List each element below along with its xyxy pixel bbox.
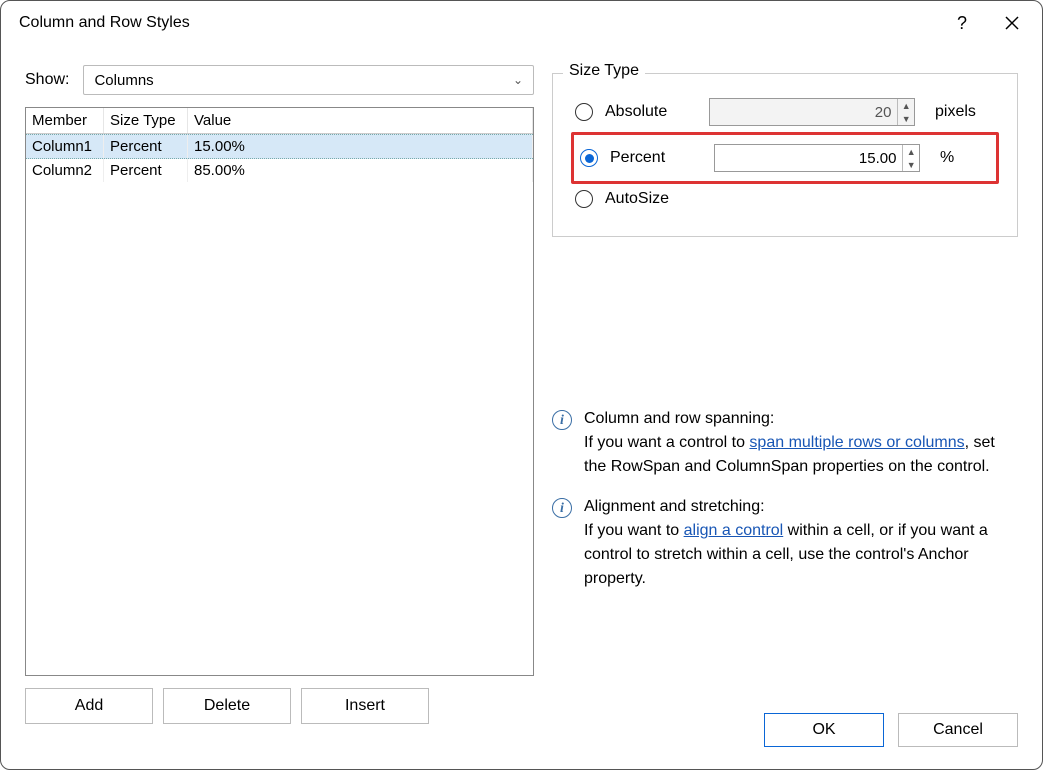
radio-autosize[interactable]: [575, 190, 593, 208]
dialog-title: Column and Row Styles: [19, 14, 190, 32]
spin-up-icon: ▲: [898, 99, 914, 112]
spin-up-icon[interactable]: ▲: [903, 145, 919, 158]
grid-header-row: Member Size Type Value: [26, 108, 533, 134]
link-span-rows-columns[interactable]: span multiple rows or columns: [749, 434, 964, 451]
grid-cell-value: 15.00%: [188, 135, 533, 158]
info-section: i Column and row spanning: If you want a…: [552, 407, 1018, 607]
percent-spin-buttons[interactable]: ▲▼: [902, 145, 919, 171]
absolute-spinner: ▲▼: [709, 98, 915, 126]
sizetype-autosize-row: AutoSize: [571, 184, 999, 214]
titlebar-buttons: ?: [948, 9, 1026, 37]
grid-cell-sizetype: Percent: [104, 135, 188, 158]
grid-header-value[interactable]: Value: [188, 108, 533, 133]
info-alignment-pre: If you want to: [584, 522, 684, 539]
grid-row[interactable]: Column2 Percent 85.00%: [26, 159, 533, 182]
radio-absolute[interactable]: [575, 103, 593, 121]
info-spanning-heading: Column and row spanning:: [584, 410, 774, 427]
dialog-column-row-styles: Column and Row Styles ? Show: Columns ⌄ …: [0, 0, 1043, 770]
close-button[interactable]: [998, 9, 1026, 37]
percent-unit: %: [940, 149, 990, 167]
info-spanning-text: Column and row spanning: If you want a c…: [584, 407, 1018, 479]
info-alignment-heading: Alignment and stretching:: [584, 498, 765, 515]
delete-button[interactable]: Delete: [163, 688, 291, 724]
grid-row[interactable]: Column1 Percent 15.00%: [26, 134, 533, 159]
radio-percent[interactable]: [580, 149, 598, 167]
dialog-buttons: OK Cancel: [764, 713, 1018, 747]
sizetype-group: Size Type Absolute ▲▼ pixels Percent: [552, 73, 1018, 237]
grid-cell-sizetype: Percent: [104, 159, 188, 182]
info-alignment-text: Alignment and stretching: If you want to…: [584, 495, 1018, 591]
ok-button[interactable]: OK: [764, 713, 884, 747]
show-dropdown[interactable]: Columns ⌄: [83, 65, 534, 95]
absolute-unit: pixels: [935, 103, 985, 121]
info-icon: i: [552, 498, 572, 518]
show-label: Show:: [25, 71, 69, 89]
grid-cell-member: Column2: [26, 159, 104, 182]
grid-cell-value: 85.00%: [188, 159, 533, 182]
radio-absolute-label: Absolute: [605, 103, 697, 121]
percent-spinner[interactable]: ▲▼: [714, 144, 920, 172]
spin-down-icon: ▼: [898, 112, 914, 125]
absolute-spin-buttons: ▲▼: [897, 99, 914, 125]
percent-input[interactable]: [715, 145, 902, 171]
info-spanning-pre: If you want a control to: [584, 434, 749, 451]
absolute-input: [710, 99, 897, 125]
titlebar: Column and Row Styles ?: [1, 1, 1042, 41]
members-grid[interactable]: Member Size Type Value Column1 Percent 1…: [25, 107, 534, 676]
radio-percent-label: Percent: [610, 149, 702, 167]
grid-header-sizetype[interactable]: Size Type: [104, 108, 188, 133]
info-icon: i: [552, 410, 572, 430]
sizetype-percent-row: Percent ▲▼ %: [576, 138, 994, 178]
link-align-control[interactable]: align a control: [684, 522, 784, 539]
sizetype-absolute-row: Absolute ▲▼ pixels: [571, 92, 999, 132]
chevron-down-icon: ⌄: [513, 73, 523, 87]
sizetype-group-title: Size Type: [563, 62, 645, 80]
add-button[interactable]: Add: [25, 688, 153, 724]
percent-highlight: Percent ▲▼ %: [571, 132, 999, 184]
spin-down-icon[interactable]: ▼: [903, 158, 919, 171]
radio-autosize-label: AutoSize: [605, 190, 697, 208]
show-dropdown-value: Columns: [94, 72, 153, 89]
info-spanning: i Column and row spanning: If you want a…: [552, 407, 1018, 479]
grid-cell-member: Column1: [26, 135, 104, 158]
info-alignment: i Alignment and stretching: If you want …: [552, 495, 1018, 591]
help-button[interactable]: ?: [948, 9, 976, 37]
grid-header-member[interactable]: Member: [26, 108, 104, 133]
cancel-button[interactable]: Cancel: [898, 713, 1018, 747]
insert-button[interactable]: Insert: [301, 688, 429, 724]
